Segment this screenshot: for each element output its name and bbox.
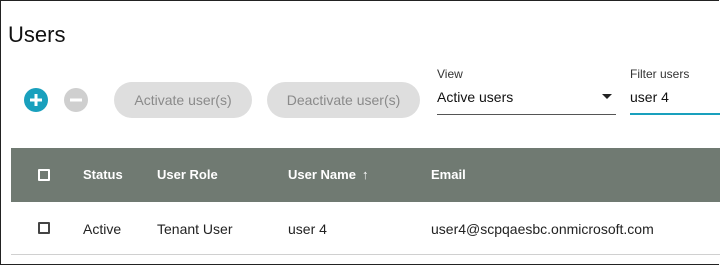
- cell-user-role: Tenant User: [157, 221, 233, 237]
- cell-status: Active: [83, 221, 122, 237]
- minus-icon: [70, 98, 82, 102]
- add-user-button[interactable]: [24, 88, 48, 112]
- filter-underline: [630, 113, 720, 115]
- filter-users-input[interactable]: [630, 86, 720, 108]
- view-underline: [437, 114, 616, 115]
- column-header-email[interactable]: Email: [431, 167, 466, 182]
- table-row[interactable]: Active Tenant User user 4 user4@scpqaesb…: [11, 202, 720, 254]
- column-header-user-name-label: User Name: [288, 167, 356, 182]
- column-header-user-role[interactable]: User Role: [157, 167, 218, 182]
- plus-icon: [30, 94, 42, 106]
- view-label: View: [437, 67, 463, 81]
- chevron-down-icon[interactable]: [602, 94, 612, 99]
- column-header-status[interactable]: Status: [83, 167, 123, 182]
- row-divider: [11, 254, 720, 255]
- page-title: Users: [8, 22, 66, 47]
- remove-user-button[interactable]: [64, 88, 88, 112]
- column-header-user-name[interactable]: User Name ↑: [288, 167, 368, 182]
- cell-email: user4@scpqaesbc.onmicrosoft.com: [431, 221, 654, 237]
- filter-label: Filter users: [630, 67, 690, 81]
- table-header: Status User Role User Name ↑ Email: [11, 148, 720, 202]
- sort-ascending-icon: ↑: [361, 167, 369, 182]
- cell-user-name: user 4: [288, 221, 327, 237]
- select-all-checkbox[interactable]: [38, 169, 50, 181]
- row-checkbox[interactable]: [38, 222, 50, 234]
- deactivate-users-button[interactable]: Deactivate user(s): [267, 82, 420, 118]
- activate-users-button[interactable]: Activate user(s): [114, 82, 252, 118]
- view-select[interactable]: Active users: [437, 89, 513, 105]
